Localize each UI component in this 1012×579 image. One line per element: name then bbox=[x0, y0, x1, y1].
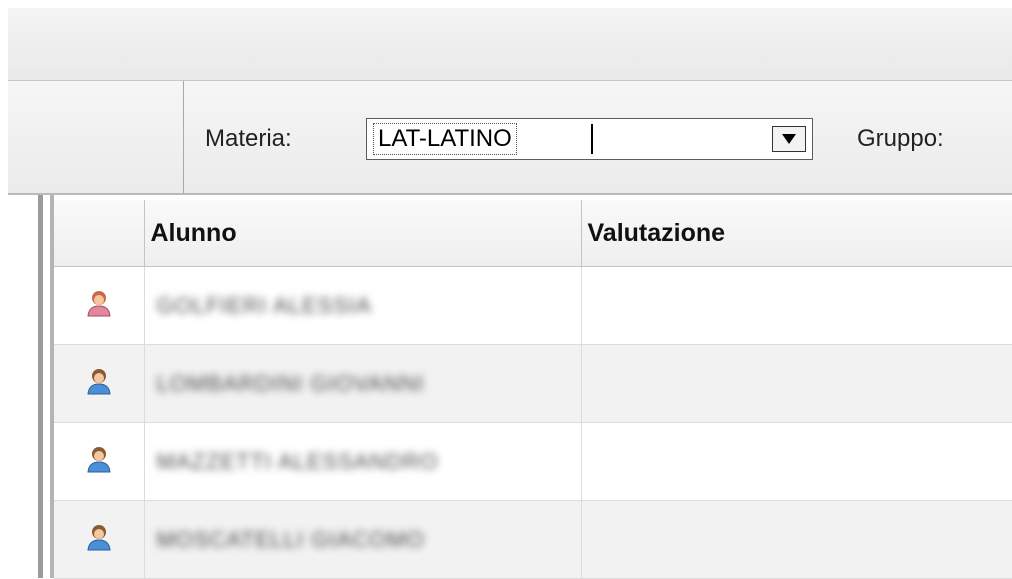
filter-toolbar: Materia: LAT-LATINO Gruppo: bbox=[8, 81, 1012, 195]
student-name: GOLFIERI ALESSIA bbox=[156, 292, 372, 318]
materia-select[interactable]: LAT-LATINO bbox=[366, 118, 813, 160]
female-student-icon bbox=[87, 291, 111, 317]
table-row[interactable]: LOMBARDINI GIOVANNI bbox=[54, 344, 1012, 423]
male-student-icon bbox=[87, 447, 111, 473]
chevron-down-icon[interactable] bbox=[772, 126, 806, 152]
valutazione-cell[interactable] bbox=[581, 500, 1012, 579]
valutazione-cell[interactable] bbox=[581, 266, 1012, 345]
valutazione-cell[interactable] bbox=[581, 422, 1012, 501]
table-row[interactable]: MAZZETTI ALESSANDRO bbox=[54, 422, 1012, 501]
student-name-cell[interactable]: MAZZETTI ALESSANDRO bbox=[144, 422, 582, 501]
student-icon-cell bbox=[54, 344, 145, 423]
student-name: MAZZETTI ALESSANDRO bbox=[156, 448, 439, 474]
gruppo-label: Gruppo: bbox=[857, 125, 944, 152]
materia-selected-value: LAT-LATINO bbox=[373, 123, 517, 155]
top-toolbar-strip bbox=[8, 8, 1012, 81]
male-student-icon bbox=[87, 369, 111, 395]
student-icon-cell bbox=[54, 500, 145, 579]
students-grid: Alunno Valutazione GOLFIERI ALESSIA LOMB… bbox=[54, 200, 1012, 579]
materia-label: Materia: bbox=[205, 125, 292, 152]
toolbar-divider bbox=[183, 81, 184, 193]
column-header-icon[interactable] bbox=[54, 200, 145, 267]
student-name: MOSCATELLI GIACOMO bbox=[156, 526, 425, 552]
column-header-valutazione[interactable]: Valutazione bbox=[581, 200, 1012, 267]
text-caret bbox=[591, 124, 593, 154]
grid-header-row: Alunno Valutazione bbox=[54, 200, 1012, 267]
male-student-icon bbox=[87, 525, 111, 551]
table-row[interactable]: MOSCATELLI GIACOMO bbox=[54, 500, 1012, 579]
student-icon-cell bbox=[54, 266, 145, 345]
column-header-alunno[interactable]: Alunno bbox=[144, 200, 582, 267]
student-icon-cell bbox=[54, 422, 145, 501]
student-name-cell[interactable]: LOMBARDINI GIOVANNI bbox=[144, 344, 582, 423]
student-name: LOMBARDINI GIOVANNI bbox=[156, 370, 425, 396]
student-name-cell[interactable]: MOSCATELLI GIACOMO bbox=[144, 500, 582, 579]
valutazione-cell[interactable] bbox=[581, 344, 1012, 423]
table-row[interactable]: GOLFIERI ALESSIA bbox=[54, 266, 1012, 345]
student-name-cell[interactable]: GOLFIERI ALESSIA bbox=[144, 266, 582, 345]
